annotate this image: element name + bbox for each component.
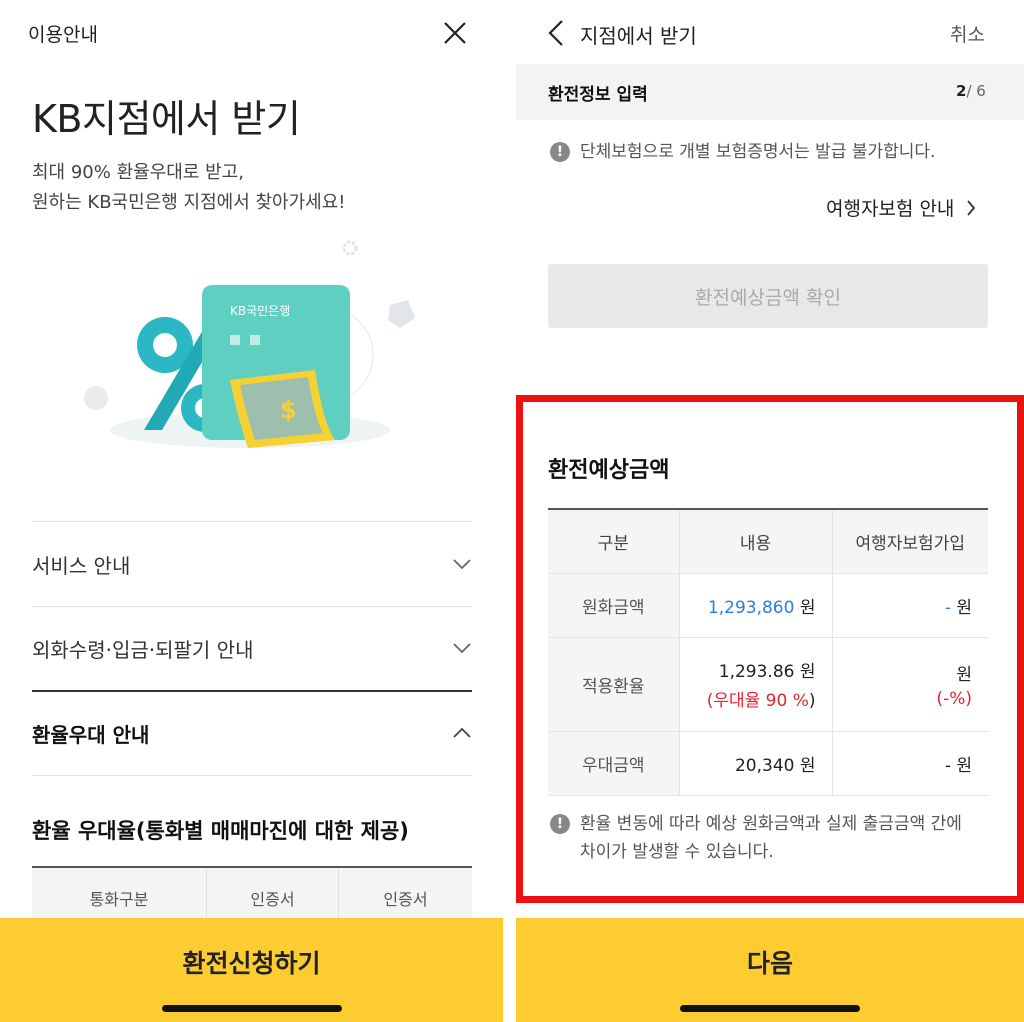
accordion-label: 외화수령·입금·되팔기 안내 xyxy=(32,637,254,662)
table-row: 적용환율 1,293.86 원 (우대율 90 %) 원 (-%) xyxy=(548,637,988,732)
check-estimate-button[interactable]: 환전예상금액 확인 xyxy=(548,264,988,328)
discount-ins-amount: - 원 xyxy=(832,731,988,796)
exchange-illustration: KB국민은행 $ xyxy=(84,240,415,448)
chevron-down-icon xyxy=(453,559,471,570)
divider xyxy=(32,521,472,522)
close-icon[interactable] xyxy=(440,18,470,48)
accordion-service-info[interactable]: 서비스 안내 xyxy=(32,524,472,604)
svg-text:$: $ xyxy=(280,396,297,424)
info-icon: ! xyxy=(550,814,570,834)
divider xyxy=(32,690,472,692)
applied-rate: 1,293.86 원 (우대율 90 %) xyxy=(679,637,833,732)
row-label: 우대금액 xyxy=(548,731,680,796)
krw-ins-amount: - 원 xyxy=(832,573,988,638)
col-content: 내용 xyxy=(679,509,833,574)
step-label: 환전정보 입력 xyxy=(548,85,648,105)
right-screen: 지점에서 받기 취소 환전정보 입력 2/ 6 ! 단체보험으로 개별 보험증명… xyxy=(516,0,1024,1022)
chevron-up-icon xyxy=(453,727,471,738)
estimate-title: 환전예상금액 xyxy=(548,458,670,483)
subtitle-line-2: 원하는 KB국민은행 지점에서 찾아가세요! xyxy=(32,192,346,213)
left-screen: 이용안내 KB지점에서 받기 최대 90% 환율우대로 받고, 원하는 KB국민… xyxy=(0,0,503,1022)
rate-ins: 원 (-%) xyxy=(832,637,988,732)
back-arrow-icon[interactable] xyxy=(546,18,566,48)
accordion-rate-pref-info[interactable]: 환율우대 안내 xyxy=(32,693,472,773)
page-title: KB지점에서 받기 xyxy=(32,97,301,141)
accordion-receive-info[interactable]: 외화수령·입금·되팔기 안내 xyxy=(32,608,472,688)
insurance-info-link[interactable]: 여행자보험 안내 xyxy=(826,194,976,221)
home-indicator xyxy=(162,1005,342,1012)
table-row: 우대금액 20,340 원 - 원 xyxy=(548,731,988,796)
notice-insurance: ! 단체보험으로 개별 보험증명서는 발급 불가합니다. xyxy=(550,138,935,166)
divider xyxy=(32,606,472,607)
header-title: 지점에서 받기 xyxy=(580,24,697,48)
home-indicator xyxy=(680,1005,860,1012)
rate-section-title: 환율 우대율(통화별 매매마진에 대한 제공) xyxy=(32,819,409,843)
notice-line-1: 환율 변동에 따라 예상 원화금액과 실제 출금금액 간에 xyxy=(580,814,962,834)
row-label: 원화금액 xyxy=(548,573,680,638)
accordion-label: 서비스 안내 xyxy=(32,553,131,578)
header-title: 이용안내 xyxy=(28,24,98,46)
screen-gap xyxy=(503,0,516,1022)
table-header-row: 구분 내용 여행자보험가입 xyxy=(548,509,988,574)
krw-amount: 1,293,860 원 xyxy=(679,573,833,638)
chevron-down-icon xyxy=(453,643,471,654)
accordion-label: 환율우대 안내 xyxy=(32,722,150,747)
card-brand: KB국민은행 xyxy=(230,303,290,318)
estimate-table: 구분 내용 여행자보험가입 원화금액 1,293,860 원 - 원 적용환율 … xyxy=(548,508,988,796)
row-label: 적용환율 xyxy=(548,637,680,732)
cancel-button[interactable]: 취소 xyxy=(950,20,985,47)
notice-line-2: 차이가 발생할 수 있습니다. xyxy=(580,842,774,862)
step-indicator: 2/ 6 xyxy=(956,82,986,100)
table-row: 원화금액 1,293,860 원 - 원 xyxy=(548,573,988,638)
subtitle-line-1: 최대 90% 환율우대로 받고, xyxy=(32,162,244,183)
col-insurance: 여행자보험가입 xyxy=(832,509,988,574)
divider xyxy=(32,775,472,776)
notice-rate-change: ! 환율 변동에 따라 예상 원화금액과 실제 출금금액 간에 차이가 발생할 … xyxy=(550,810,962,866)
info-icon: ! xyxy=(550,142,570,162)
chevron-right-icon xyxy=(967,199,976,216)
discount-amount: 20,340 원 xyxy=(679,731,833,796)
col-category: 구분 xyxy=(548,509,680,574)
